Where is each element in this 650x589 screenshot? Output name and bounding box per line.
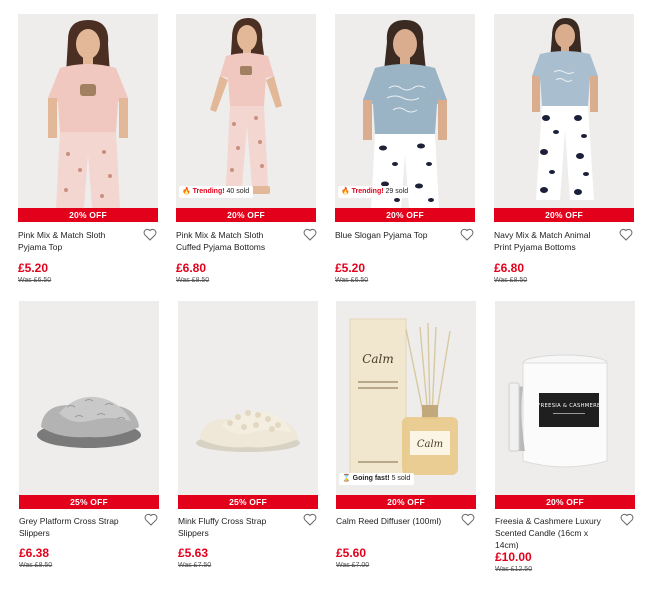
product-name[interactable]: Freesia & Cashmere Luxury Scented Candle… — [495, 515, 607, 551]
product-image[interactable] — [176, 14, 316, 208]
trending-badge: 🔥 Trending! 29 sold — [338, 186, 413, 198]
candle-label: FREESIA & CASHMERE — [537, 403, 600, 409]
box-label: Calm — [362, 352, 394, 366]
badge-strong: Trending! — [192, 188, 225, 195]
sale-price: £10.00 — [495, 550, 532, 564]
fire-icon: 🔥 — [341, 188, 350, 195]
was-price: Was £6.50 — [335, 277, 369, 284]
discount-banner: 25% OFF — [19, 495, 159, 509]
was-price: Was £8.50 — [19, 562, 53, 569]
was-price: Was £8.50 — [176, 277, 210, 284]
going-fast-badge: ⌛ Going fast! 5 sold — [339, 473, 415, 485]
heart-icon[interactable] — [461, 513, 475, 526]
product-name[interactable]: Pink Mix & Match Sloth Cuffed Pyjama Bot… — [176, 229, 288, 253]
product-name[interactable]: Grey Platform Cross Strap Slippers — [19, 515, 131, 539]
product-name[interactable]: Mink Fluffy Cross Strap Slippers — [178, 515, 290, 539]
sale-price: £6.80 — [176, 261, 207, 275]
heart-icon[interactable] — [144, 513, 158, 526]
heart-icon[interactable] — [143, 228, 157, 241]
was-price: Was £12.50 — [495, 566, 533, 573]
fire-icon: 🔥 — [182, 188, 191, 195]
product-image[interactable] — [19, 301, 159, 495]
badge-strong: Going fast! — [352, 475, 390, 482]
product-name[interactable]: Navy Mix & Match Animal Print Pyjama Bot… — [494, 229, 606, 253]
product-image[interactable] — [335, 14, 475, 208]
product-name[interactable]: Pink Mix & Match Sloth Pyjama Top — [18, 229, 130, 253]
discount-banner: 20% OFF — [176, 208, 316, 222]
sale-price: £5.63 — [178, 546, 209, 560]
discount-banner: 25% OFF — [178, 495, 318, 509]
discount-banner: 20% OFF — [495, 495, 635, 509]
badge-text: 29 sold — [385, 188, 409, 195]
badge-text: 5 sold — [391, 475, 411, 482]
heart-icon[interactable] — [303, 228, 317, 241]
product-image[interactable] — [494, 14, 634, 208]
product-image[interactable] — [178, 301, 318, 495]
sale-price: £6.80 — [494, 261, 525, 275]
sale-price: £5.60 — [336, 546, 367, 560]
heart-icon[interactable] — [619, 228, 633, 241]
sale-price: £5.20 — [18, 261, 49, 275]
was-price: Was £7.50 — [178, 562, 212, 569]
badge-strong: Trending! — [351, 188, 384, 195]
discount-banner: 20% OFF — [18, 208, 158, 222]
heart-icon[interactable] — [620, 513, 634, 526]
heart-icon[interactable] — [303, 513, 317, 526]
heart-icon[interactable] — [460, 228, 474, 241]
sale-price: £5.20 — [335, 261, 366, 275]
was-price: Was £6.50 — [18, 277, 52, 284]
was-price: Was £7.00 — [336, 562, 370, 569]
bottle-label: Calm — [417, 439, 443, 450]
discount-banner: 20% OFF — [494, 208, 634, 222]
product-name[interactable]: Blue Slogan Pyjama Top — [335, 229, 447, 241]
badge-text: 40 sold — [226, 188, 250, 195]
hourglass-icon: ⌛ — [342, 475, 351, 482]
product-image[interactable] — [18, 14, 158, 208]
discount-banner: 20% OFF — [336, 495, 476, 509]
product-image[interactable]: FREESIA & CASHMERE — [495, 301, 635, 495]
product-image[interactable]: Calm Calm — [336, 301, 476, 495]
sale-price: £6.38 — [19, 546, 50, 560]
trending-badge: 🔥 Trending! 40 sold — [179, 186, 254, 198]
product-name[interactable]: Calm Reed Diffuser (100ml) — [336, 515, 448, 527]
discount-banner: 20% OFF — [335, 208, 475, 222]
was-price: Was £8.50 — [494, 277, 528, 284]
